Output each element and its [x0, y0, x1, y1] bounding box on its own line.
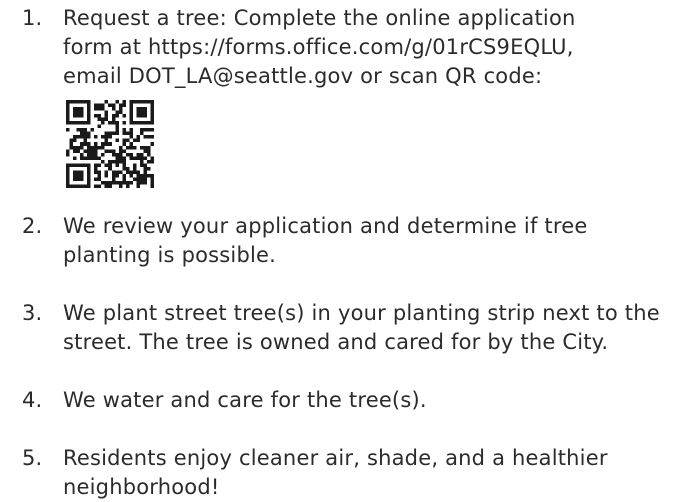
step-text: We plant street tree(s) in your planting… — [63, 301, 660, 354]
step-number: 4. — [22, 388, 43, 412]
step-text: Request a tree: Complete the online appl… — [63, 6, 576, 88]
step-number: 5. — [22, 446, 43, 470]
step-text: We review your application and determine… — [63, 214, 588, 267]
step-text: We water and care for the tree(s). — [63, 388, 427, 412]
qr-code-icon[interactable] — [66, 100, 154, 188]
step-number: 1. — [22, 6, 43, 30]
step-number: 2. — [22, 214, 43, 238]
step-text: Residents enjoy cleaner air, shade, and … — [63, 446, 608, 499]
step-number: 3. — [22, 301, 43, 325]
